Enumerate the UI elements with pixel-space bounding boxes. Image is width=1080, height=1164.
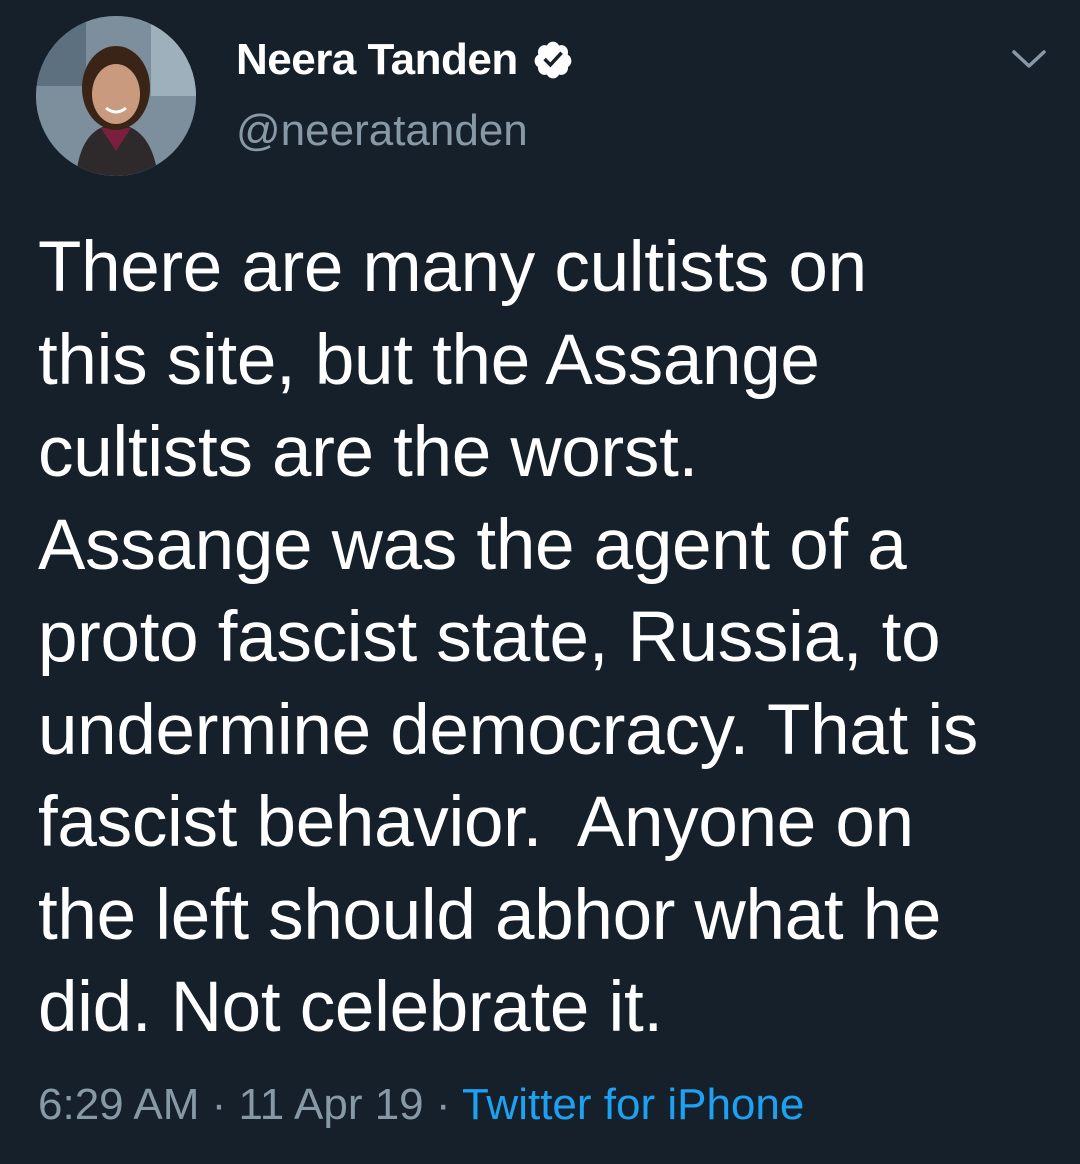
tweet-text-line: cultists are the worst.: [38, 413, 698, 492]
display-name[interactable]: Neera Tanden: [236, 35, 518, 85]
tweet-card: Neera Tanden @neeratanden There are many…: [0, 0, 1080, 1164]
tweet-text: There are many cultists on this site, bu…: [38, 222, 1048, 1055]
verified-badge-icon: [532, 39, 574, 81]
tweet-text-line: this site, but the Assange: [38, 320, 820, 400]
tweet-text-line: There are many cultists on: [38, 228, 867, 307]
meta-separator: ·: [199, 1080, 239, 1129]
chevron-down-icon[interactable]: [1008, 44, 1050, 74]
author-name-row[interactable]: Neera Tanden: [236, 30, 574, 90]
tweet-text-line: fascist behavior. Anyone on: [38, 783, 914, 862]
meta-separator: ·: [423, 1080, 462, 1129]
tweet-metadata: 6:29 AM · 11 Apr 19 · Twitter for iPhone: [38, 1080, 804, 1130]
tweet-text-line: Assange was the agent of a: [38, 505, 907, 585]
author-handle[interactable]: @neeratanden: [236, 106, 528, 156]
tweet-source-link[interactable]: Twitter for iPhone: [462, 1080, 804, 1129]
avatar-photo: [36, 16, 196, 176]
tweet-time[interactable]: 6:29 AM: [38, 1080, 199, 1129]
tweet-date[interactable]: 11 Apr 19: [239, 1080, 424, 1129]
avatar[interactable]: [36, 16, 196, 176]
tweet-text-line: did. Not celebrate it.: [38, 968, 663, 1047]
tweet-text-line: the left should abhor what he: [38, 875, 942, 955]
tweet-text-line: undermine democracy. That is: [38, 690, 979, 770]
tweet-text-line: proto fascist state, Russia, to: [38, 598, 941, 677]
